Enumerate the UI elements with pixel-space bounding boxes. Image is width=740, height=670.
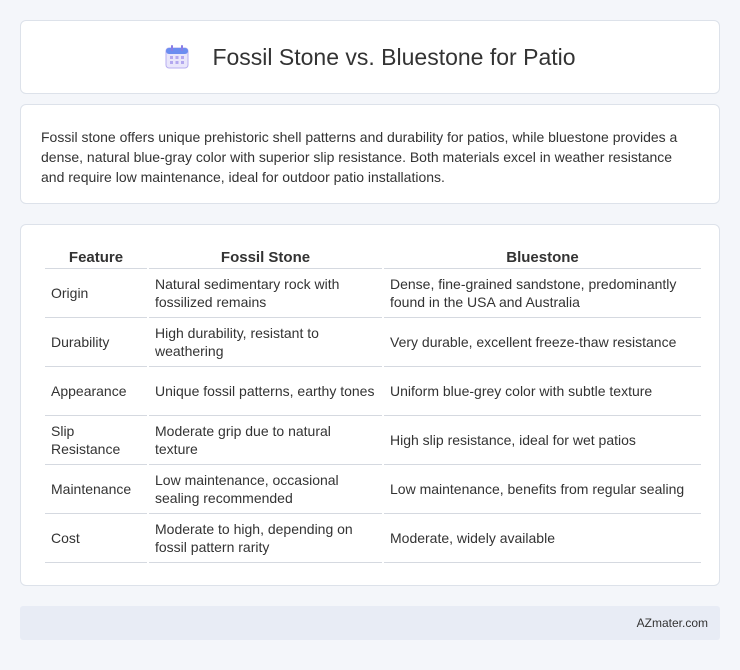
- footer: AZmater.com: [20, 606, 720, 640]
- header-feature: Feature: [45, 245, 147, 269]
- footer-brand[interactable]: AZmater.com: [637, 616, 708, 630]
- intro-text: Fossil stone offers unique prehistoric s…: [41, 129, 678, 185]
- row-fossil-stone: Unique fossil patterns, earthy tones: [149, 367, 382, 416]
- intro-card: Fossil stone offers unique prehistoric s…: [20, 104, 720, 204]
- row-bluestone: Very durable, excellent freeze-thaw resi…: [384, 318, 701, 367]
- table-row: Appearance Unique fossil patterns, earth…: [45, 367, 701, 416]
- table-row: Durability High durability, resistant to…: [45, 318, 701, 367]
- row-fossil-stone: High durability, resistant to weathering: [149, 318, 382, 367]
- table-row: Origin Natural sedimentary rock with fos…: [45, 269, 701, 318]
- calendar-icon: [164, 44, 190, 70]
- row-feature: Durability: [45, 318, 147, 367]
- row-feature: Maintenance: [45, 465, 147, 514]
- row-fossil-stone: Moderate grip due to natural texture: [149, 416, 382, 465]
- row-bluestone: Dense, fine-grained sandstone, predomina…: [384, 269, 701, 318]
- row-bluestone: Uniform blue-grey color with subtle text…: [384, 367, 701, 416]
- row-feature: Origin: [45, 269, 147, 318]
- table-header-row: Feature Fossil Stone Bluestone: [45, 245, 701, 269]
- row-feature: Appearance: [45, 367, 147, 416]
- comparison-table: Feature Fossil Stone Bluestone Origin Na…: [43, 245, 703, 563]
- row-bluestone: Moderate, widely available: [384, 514, 701, 563]
- title-card: Fossil Stone vs. Bluestone for Patio: [20, 20, 720, 94]
- table-row: Cost Moderate to high, depending on foss…: [45, 514, 701, 563]
- row-feature: Slip Resistance: [45, 416, 147, 465]
- header-bluestone: Bluestone: [384, 245, 701, 269]
- table-row: Slip Resistance Moderate grip due to nat…: [45, 416, 701, 465]
- row-fossil-stone: Low maintenance, occasional sealing reco…: [149, 465, 382, 514]
- comparison-table-card: Feature Fossil Stone Bluestone Origin Na…: [20, 224, 720, 586]
- header-fossil-stone: Fossil Stone: [149, 245, 382, 269]
- row-bluestone: High slip resistance, ideal for wet pati…: [384, 416, 701, 465]
- page-title: Fossil Stone vs. Bluestone for Patio: [212, 43, 576, 70]
- row-feature: Cost: [45, 514, 147, 563]
- row-fossil-stone: Moderate to high, depending on fossil pa…: [149, 514, 382, 563]
- row-fossil-stone: Natural sedimentary rock with fossilized…: [149, 269, 382, 318]
- table-row: Maintenance Low maintenance, occasional …: [45, 465, 701, 514]
- row-bluestone: Low maintenance, benefits from regular s…: [384, 465, 701, 514]
